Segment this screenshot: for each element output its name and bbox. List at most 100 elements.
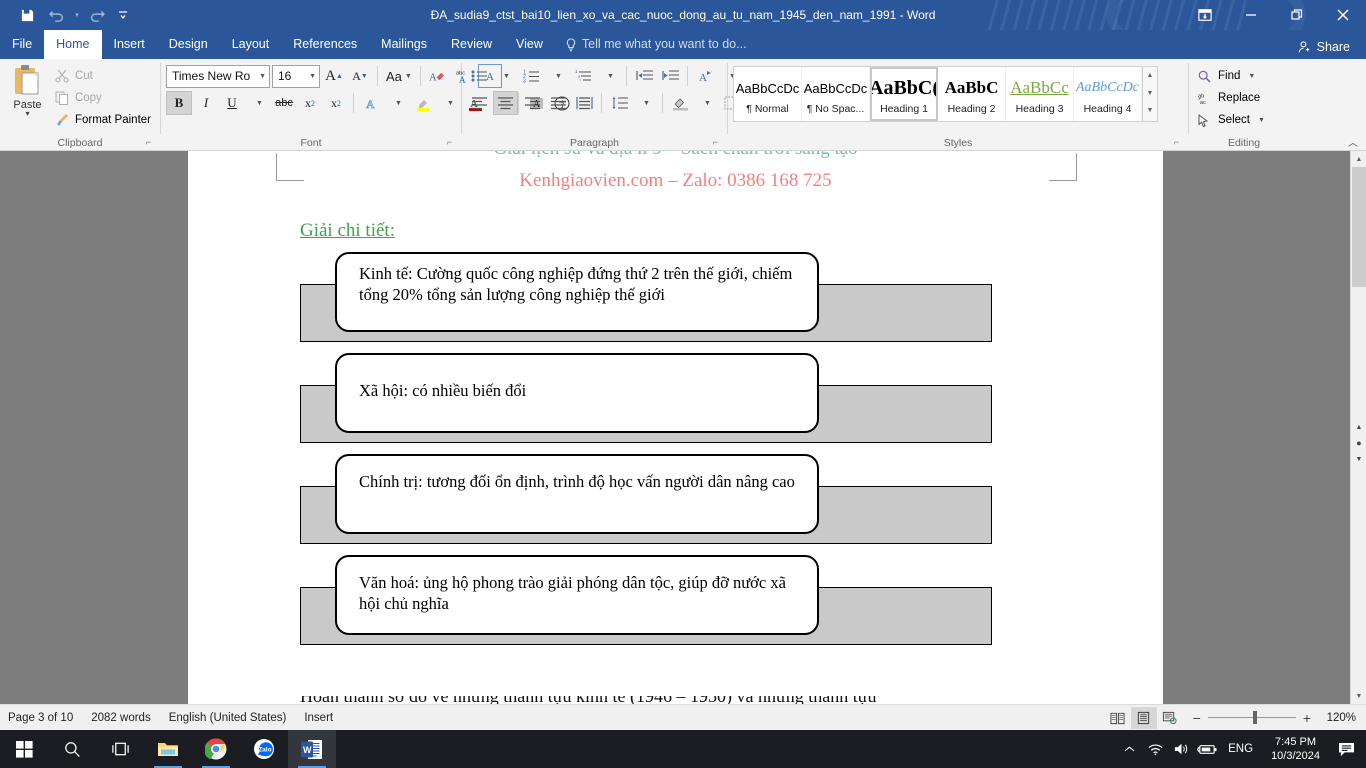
scroll-up-icon[interactable]: ▲ [1351,151,1366,167]
wifi-icon[interactable] [1142,730,1168,768]
select-button[interactable]: Select ▼ [1194,109,1269,131]
decrease-indent-button[interactable] [632,64,656,88]
line-spacing-button[interactable] [607,91,631,115]
multilevel-list-button[interactable]: 1ai [571,64,595,88]
distributed-button[interactable] [572,91,596,115]
scrollbar-thumb[interactable] [1352,167,1366,287]
multilevel-dropdown-icon[interactable]: ▼ [597,64,621,88]
smartart-card[interactable]: Chính trị: tương đối ổn định, trình độ h… [335,454,819,534]
task-view-button[interactable] [96,730,144,768]
select-browse-object-icon[interactable]: ● [1352,435,1366,451]
tab-view[interactable]: View [504,30,555,59]
undo-dropdown-icon[interactable]: ▾ [72,2,82,28]
highlight-dropdown-icon[interactable]: ▼ [437,91,461,115]
read-mode-button[interactable] [1105,707,1131,729]
styles-dialog-launcher-icon[interactable]: ⌐ [1171,137,1182,148]
shading-button[interactable] [668,91,692,115]
battery-charging-icon[interactable] [1194,730,1220,768]
style-heading-2[interactable]: AaBbC Heading 2 [938,67,1006,121]
paste-button[interactable]: Paste ▾ [5,62,50,118]
underline-dropdown-icon[interactable]: ▼ [246,91,270,115]
zoom-in-button[interactable]: + [1303,710,1311,726]
tell-me-search[interactable]: Tell me what you want to do... [565,30,747,59]
scroll-up-icon[interactable]: ▲ [1143,68,1157,85]
line-spacing-dropdown-icon[interactable]: ▼ [633,91,657,115]
style-no-spacing[interactable]: AaBbCcDc ¶ No Spac... [802,67,870,121]
speaker-icon[interactable] [1168,730,1194,768]
style-normal[interactable]: AaBbCcDc ¶ Normal [734,67,802,121]
smartart-card[interactable]: Văn hoá: ủng hộ phong trào giải phóng dâ… [335,555,819,635]
clock[interactable]: 7:45 PM 10/3/2024 [1261,735,1330,763]
smartart-graphic[interactable]: Kinh tế: Cường quốc công nghiệp đứng thứ… [300,252,992,656]
tab-file[interactable]: File [0,30,45,59]
tab-design[interactable]: Design [157,30,220,59]
smartart-card[interactable]: Xã hội: có nhiều biến đổi [335,353,819,433]
font-size-input[interactable]: 16 ▼ [272,64,320,88]
chevron-down-icon[interactable]: ▼ [306,73,316,80]
zalo-button[interactable]: Zalo [240,730,288,768]
document-page[interactable]: Giải lịch sử và địa lí 9 – Sách chân trờ… [188,151,1163,704]
numbering-dropdown-icon[interactable]: ▼ [545,64,569,88]
save-icon[interactable] [12,2,42,28]
tab-layout[interactable]: Layout [220,30,282,59]
notification-icon[interactable] [1330,730,1362,768]
replace-button[interactable]: ab ac Replace [1194,87,1269,109]
scroll-down-icon[interactable]: ▼ [1351,688,1366,704]
start-button[interactable] [0,730,48,768]
language-indicator[interactable]: ENG [1220,743,1261,755]
collapse-ribbon-icon[interactable]: ︿ [1348,134,1358,149]
format-painter-button[interactable]: Format Painter [50,109,155,130]
align-center-button[interactable] [493,91,518,115]
word-count[interactable]: 2082 words [91,712,150,724]
increase-indent-button[interactable] [658,64,682,88]
bullets-dropdown-icon[interactable]: ▼ [493,64,517,88]
insert-mode-indicator[interactable]: Insert [304,712,333,724]
styles-gallery-scrollbar[interactable]: ▲ ▼ ▼ [1142,67,1157,121]
style-heading-4[interactable]: AaBbCcDc Heading 4 [1074,67,1142,121]
zoom-control[interactable]: − + 120% [1193,710,1356,726]
search-button[interactable] [48,730,96,768]
asian-layout-button[interactable]: A [693,64,717,88]
more-styles-icon[interactable]: ▼ [1143,103,1157,120]
underline-button[interactable]: U [220,91,244,115]
tab-review[interactable]: Review [439,30,504,59]
previous-page-icon[interactable]: ▲ [1352,419,1366,435]
change-case-button[interactable]: Aa ▼ [383,64,415,88]
paragraph-dialog-launcher-icon[interactable]: ⌐ [710,137,721,148]
close-icon[interactable] [1320,0,1366,30]
word-button[interactable]: W [288,730,336,768]
italic-button[interactable]: I [194,91,218,115]
align-left-button[interactable] [467,91,491,115]
smartart-card[interactable]: Kinh tế: Cường quốc công nghiệp đứng thứ… [335,252,819,332]
find-dropdown-icon[interactable]: ▼ [1245,73,1255,80]
document-vertical-scrollbar[interactable]: ▲ ▲ ● ▼ ▼ [1350,151,1366,704]
numbering-button[interactable]: 123 [519,64,543,88]
ribbon-display-options-icon[interactable] [1182,0,1228,30]
text-effects-dropdown-icon[interactable]: ▼ [385,91,409,115]
print-layout-button[interactable] [1130,706,1157,729]
text-effects-button[interactable]: A [359,91,383,115]
bold-button[interactable]: B [166,91,192,115]
font-dialog-launcher-icon[interactable]: ⌐ [444,137,455,148]
superscript-button[interactable]: x2 [324,91,348,115]
shading-dropdown-icon[interactable]: ▼ [694,91,718,115]
select-dropdown-icon[interactable]: ▼ [1255,117,1265,124]
align-right-button[interactable] [520,91,544,115]
customize-quick-access-toolbar-icon[interactable] [112,2,134,28]
chevron-down-icon[interactable]: ▼ [256,73,266,80]
justify-button[interactable] [546,91,570,115]
grow-font-button[interactable]: A ▲ [322,64,346,88]
redo-icon[interactable] [82,2,112,28]
web-layout-button[interactable] [1157,707,1183,729]
copy-button[interactable]: Copy [50,87,155,108]
scroll-down-icon[interactable]: ▼ [1143,86,1157,103]
tab-insert[interactable]: Insert [102,30,157,59]
paste-dropdown-icon[interactable]: ▾ [25,110,29,118]
chrome-button[interactable] [192,730,240,768]
share-button[interactable]: Share [1290,37,1358,57]
file-explorer-button[interactable] [144,730,192,768]
zoom-level-label[interactable]: 120% [1318,712,1356,724]
subscript-button[interactable]: x2 [298,91,322,115]
restore-icon[interactable] [1274,0,1320,30]
chevron-up-icon[interactable] [1116,730,1142,768]
